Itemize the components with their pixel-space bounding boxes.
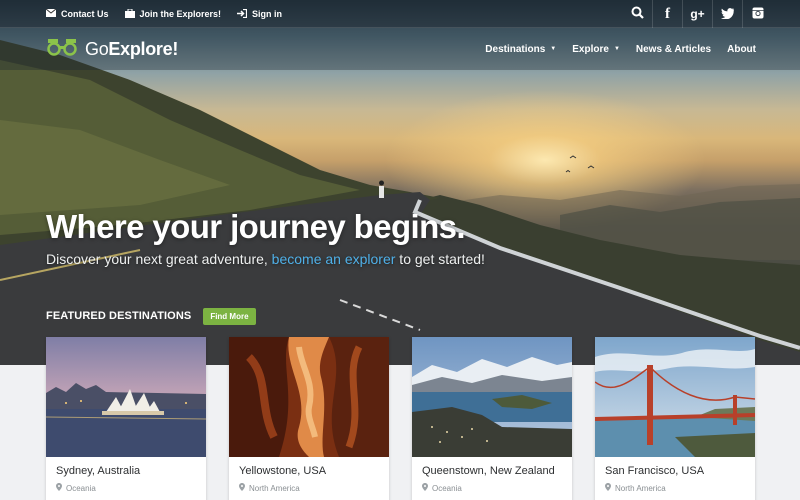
social-links: f g+ [622,0,772,28]
card-region: Oceania [422,483,572,493]
binoculars-icon [46,38,78,61]
google-plus-icon: g+ [690,7,705,21]
san-francisco-image [595,337,755,457]
card-region-label: North America [249,483,300,493]
queenstown-image [412,337,572,457]
card-region-label: Oceania [432,483,462,493]
logo-prefix: Go [85,39,109,59]
envelope-icon [45,8,57,19]
sign-in-icon [237,8,248,20]
card-region-label: North America [615,483,666,493]
contact-us-link[interactable]: Contact Us [45,8,109,19]
card-region: North America [605,483,755,493]
destination-card-sydney[interactable]: Sydney, Australia Oceania [46,337,206,500]
featured-header: FEATURED DESTINATIONS Find More [46,306,256,326]
sign-in-label: Sign in [252,9,283,19]
logo-bold: Explore! [108,39,179,59]
caret-down-icon: ▼ [613,46,620,52]
card-title: Queenstown, New Zealand [422,465,555,477]
nav-news-label: News & Articles [635,43,712,55]
search-icon [631,6,644,22]
instagram-icon [752,7,764,22]
card-region: North America [239,483,389,493]
nav-explore-label: Explore [572,43,609,55]
sign-in-link[interactable]: Sign in [237,8,283,20]
site-logo[interactable]: GoExplore! [46,38,178,61]
nav-explore[interactable]: Explore ▼ [572,44,620,55]
find-more-button[interactable]: Find More [203,307,256,325]
map-pin-icon [422,483,428,493]
nav-about[interactable]: About [727,44,756,55]
twitter-icon [721,7,735,22]
yellowstone-image [229,337,389,457]
destination-card-yellowstone[interactable]: Yellowstone, USA North America [229,337,389,500]
nav-destinations[interactable]: Destinations ▼ [485,44,556,55]
logo-wordmark: GoExplore! [85,39,178,60]
card-title: Sydney, Australia [56,465,141,477]
destination-card-san-francisco[interactable]: San Francisco, USA North America [595,337,755,500]
google-plus-link[interactable]: g+ [682,0,712,28]
become-explorer-link[interactable]: become an explorer [272,251,396,267]
hero-sub-after: to get started! [395,251,485,267]
card-region: Oceania [56,483,206,493]
map-pin-icon [239,483,245,493]
sydney-image [46,337,206,457]
card-title: San Francisco, USA [605,465,705,477]
card-region-label: Oceania [66,483,96,493]
featured-title: FEATURED DESTINATIONS [46,310,192,322]
hero-headline: Where your journey begins. [46,208,466,245]
hero-sub-before: Discover your next great adventure, [46,251,272,267]
facebook-link[interactable]: f [652,0,682,28]
nav-destinations-label: Destinations [485,43,546,55]
map-pin-icon [56,483,62,493]
destination-card-queenstown[interactable]: Queenstown, New Zealand Oceania [412,337,572,500]
card-title: Yellowstone, USA [239,465,327,477]
map-pin-icon [605,483,611,493]
nav-news-articles[interactable]: News & Articles [636,44,711,55]
hero-subheadline: Discover your next great adventure, beco… [46,251,485,267]
twitter-link[interactable] [712,0,742,28]
contact-us-label: Contact Us [61,9,109,19]
facebook-icon: f [665,5,670,22]
search-button[interactable] [622,0,652,28]
caret-down-icon: ▼ [550,46,557,52]
briefcase-icon [124,8,135,20]
utility-links: Contact Us Join the Explorers! Sign in [45,0,298,28]
main-navbar: GoExplore! Destinations ▼ Explore ▼ News… [0,28,800,70]
destination-cards: Sydney, Australia Oceania Yellowstone, U… [46,337,778,500]
join-explorers-link[interactable]: Join the Explorers! [124,8,222,20]
join-explorers-label: Join the Explorers! [139,9,222,19]
main-menu: Destinations ▼ Explore ▼ News & Articles… [469,28,756,70]
nav-about-label: About [727,43,756,55]
instagram-link[interactable] [742,0,772,28]
top-utility-bar: Contact Us Join the Explorers! Sign in f… [0,0,800,28]
